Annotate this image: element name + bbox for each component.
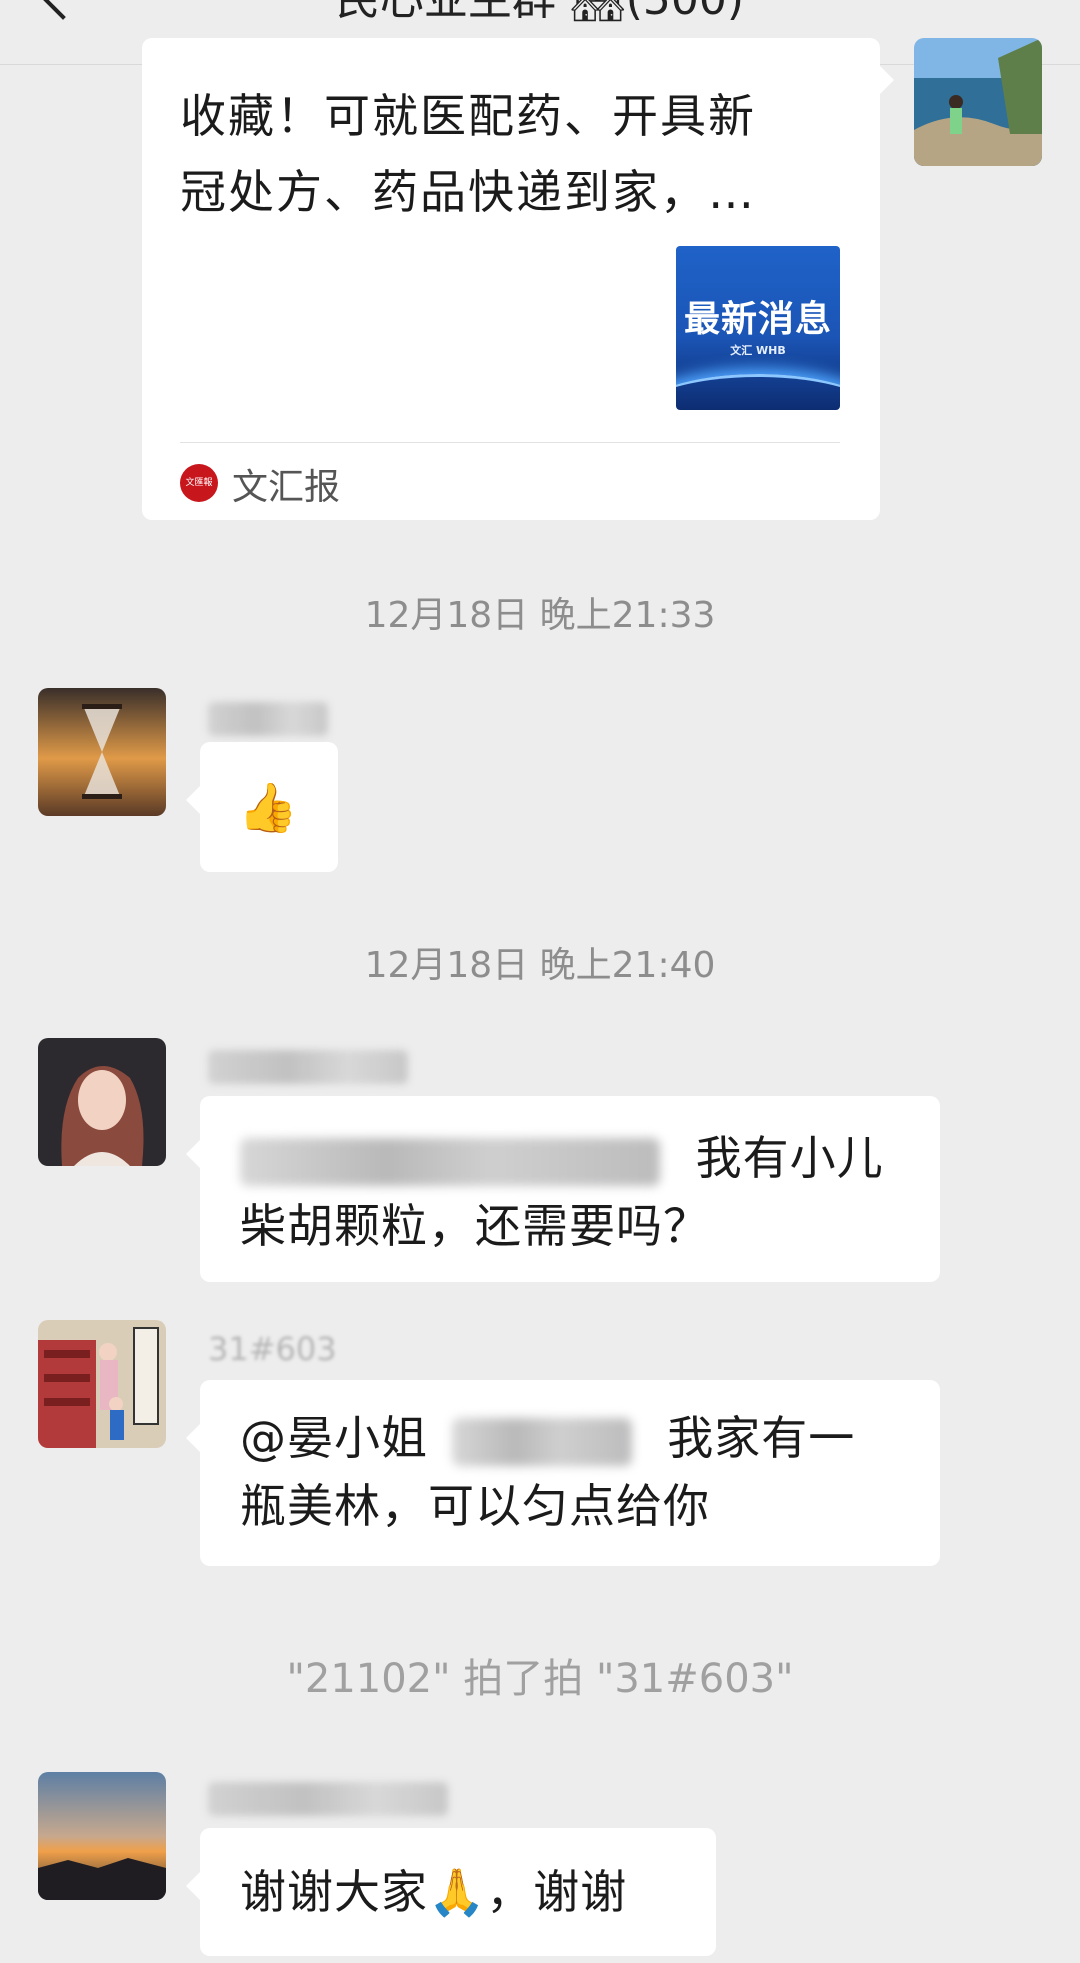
thumbnail-title: 最新消息 [683,299,832,340]
timestamp-2: 12月18日 晚上21:40 [364,945,716,986]
article-source: 文汇报 [232,467,341,508]
timestamp-1: 12月18日 晚上21:33 [364,595,716,636]
thumbs-up-icon: 👍 [238,780,299,836]
divider [180,442,840,443]
message-text-line-1: 我家有一 [667,1411,856,1465]
thumbnail-subtitle: 文汇 WHB [730,344,786,357]
message-bubble[interactable]: 👍 [186,742,338,872]
avatar-user-4[interactable] [38,1772,166,1900]
sender-name-blurred [208,1050,408,1084]
avatar-user-2[interactable] [38,1038,166,1166]
message-bubble[interactable]: 谢谢大家🙏，谢谢 [186,1828,716,1956]
wenhui-logo-icon: 文匯報 [180,464,218,502]
message-text-line-2: 柴胡颗粒，还需要吗？ [240,1199,710,1253]
message-text-line-1: 我有小儿 [695,1131,884,1185]
article-title-line-2: 冠处方、药品快递到家，… [180,165,756,219]
mention-blurred [451,1417,632,1466]
mention-text: @晏小姐 [240,1411,428,1465]
avatar-user-3[interactable] [38,1320,166,1448]
system-notice: "21102" 拍了拍 "31#603" [286,1656,794,1702]
chat-title: 民心业主群 🏘(500) [0,0,1080,28]
article-thumbnail[interactable]: 最新消息 文汇 WHB [676,246,840,410]
sender-name-blurred [208,1782,448,1816]
avatar-user-1[interactable] [38,688,166,816]
mention-blurred [240,1137,660,1186]
sender-name-blurred [208,702,328,736]
message-text: 谢谢大家🙏，谢谢 [240,1865,628,1919]
message-bubble[interactable]: @晏小姐 我家有一 瓶美林，可以匀点给你 [186,1380,940,1566]
earth-arc-decoration [676,374,840,410]
article-title-line-1: 收藏！可就医配药、开具新 [180,89,756,143]
avatar-self[interactable] [914,38,1042,166]
message-text-line-2: 瓶美林，可以匀点给你 [240,1479,710,1533]
message-bubble[interactable]: 我有小儿 柴胡颗粒，还需要吗？ [186,1096,940,1282]
sender-name: 31#603 [208,1330,337,1368]
